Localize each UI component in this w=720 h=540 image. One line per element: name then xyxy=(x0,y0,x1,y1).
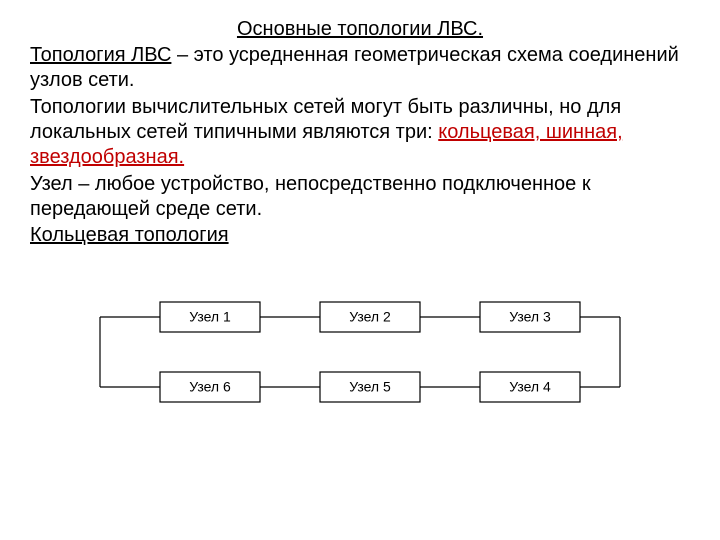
node-6-label: Узел 6 xyxy=(189,379,231,395)
node-2-label: Узел 2 xyxy=(349,309,391,325)
page-title: Основные топологии ЛВС. xyxy=(30,18,690,41)
node-5-label: Узел 5 xyxy=(349,379,391,395)
subheading-ring: Кольцевая топология xyxy=(30,224,690,247)
paragraph-3: Узел – любое устройство, непосредственно… xyxy=(30,172,690,222)
ring-topology-diagram: Узел 1 Узел 2 Узел 3 Узел 6 Узел 5 Узел … xyxy=(30,287,690,427)
paragraph-2: Топологии вычислительных сетей могут быт… xyxy=(30,95,690,170)
paragraph-1: Топология ЛВС – это усредненная геометри… xyxy=(30,43,690,93)
node-3-label: Узел 3 xyxy=(509,309,551,325)
term-topology: Топология ЛВС xyxy=(30,44,171,66)
node-4-label: Узел 4 xyxy=(509,379,551,395)
node-1-label: Узел 1 xyxy=(189,309,231,325)
